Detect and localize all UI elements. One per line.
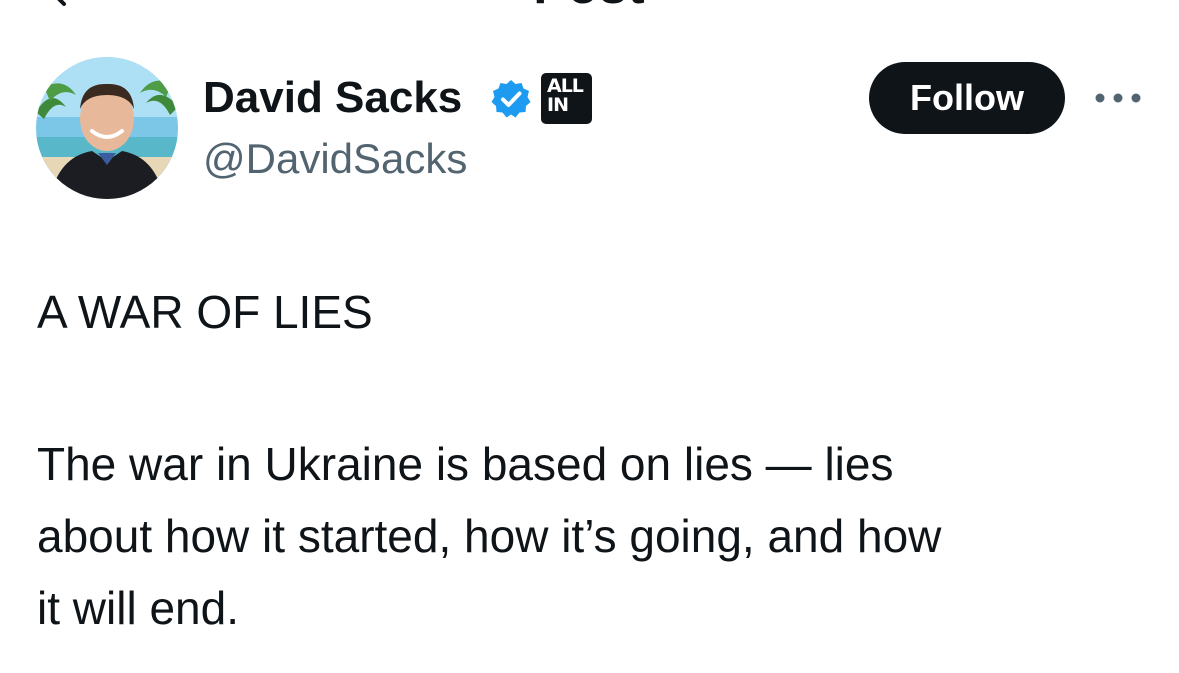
- page-title: Post: [0, 0, 1179, 14]
- author-handle[interactable]: @DavidSacks: [203, 134, 467, 184]
- post-body-line: The war in Ukraine is based on lies — li…: [37, 438, 894, 490]
- avatar[interactable]: [36, 57, 178, 199]
- author-display-name[interactable]: David Sacks: [203, 72, 462, 124]
- post-title: A WAR OF LIES: [37, 286, 373, 338]
- follow-button[interactable]: Follow: [869, 62, 1065, 134]
- post-body-line: it will end.: [37, 582, 239, 634]
- post-body: The war in Ukraine is based on lies — li…: [37, 428, 1147, 644]
- post-body-line: about how it started, how it’s going, an…: [37, 510, 942, 562]
- verified-badge-icon[interactable]: [490, 78, 532, 120]
- affiliate-badge-line2: IN: [547, 94, 569, 116]
- avatar-image: [36, 57, 178, 199]
- top-navigation-bar: Post: [0, 0, 1179, 14]
- affiliate-badge[interactable]: ALL IN: [541, 73, 592, 124]
- more-horizontal-icon[interactable]: [1094, 88, 1142, 108]
